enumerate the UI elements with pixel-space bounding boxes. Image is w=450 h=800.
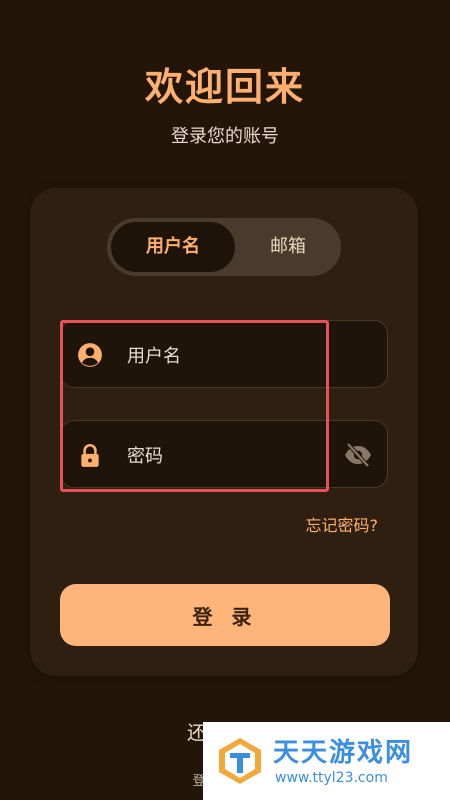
forgot-password-link[interactable]: 忘记密码? <box>306 512 379 536</box>
login-button[interactable]: 登 录 <box>60 584 390 646</box>
username-field[interactable] <box>60 320 388 388</box>
login-mode-tabs: 用户名 邮箱 <box>107 218 341 276</box>
page-subtitle: 登录您的账号 <box>171 126 279 147</box>
watermark: 天天游戏网 www.ttyl23.com <box>203 722 450 800</box>
site-logo-icon <box>219 738 261 784</box>
password-field[interactable] <box>60 420 388 488</box>
watermark-url: www.ttyl23.com <box>275 770 388 786</box>
lock-icon <box>81 444 99 467</box>
password-input[interactable] <box>125 435 329 477</box>
page-title: 欢迎回来 <box>144 65 305 109</box>
login-screen: 欢迎回来 登录您的账号 用户名 邮箱 忘记密码? 登 录 还没有账 登录即代表 <box>0 0 450 800</box>
eye-off-icon[interactable] <box>343 441 373 469</box>
watermark-name: 天天游戏网 <box>273 738 414 768</box>
tab-email[interactable]: 邮箱 <box>239 222 337 272</box>
username-input[interactable] <box>125 335 329 377</box>
user-circle-icon <box>78 343 102 367</box>
tab-username[interactable]: 用户名 <box>111 222 235 272</box>
